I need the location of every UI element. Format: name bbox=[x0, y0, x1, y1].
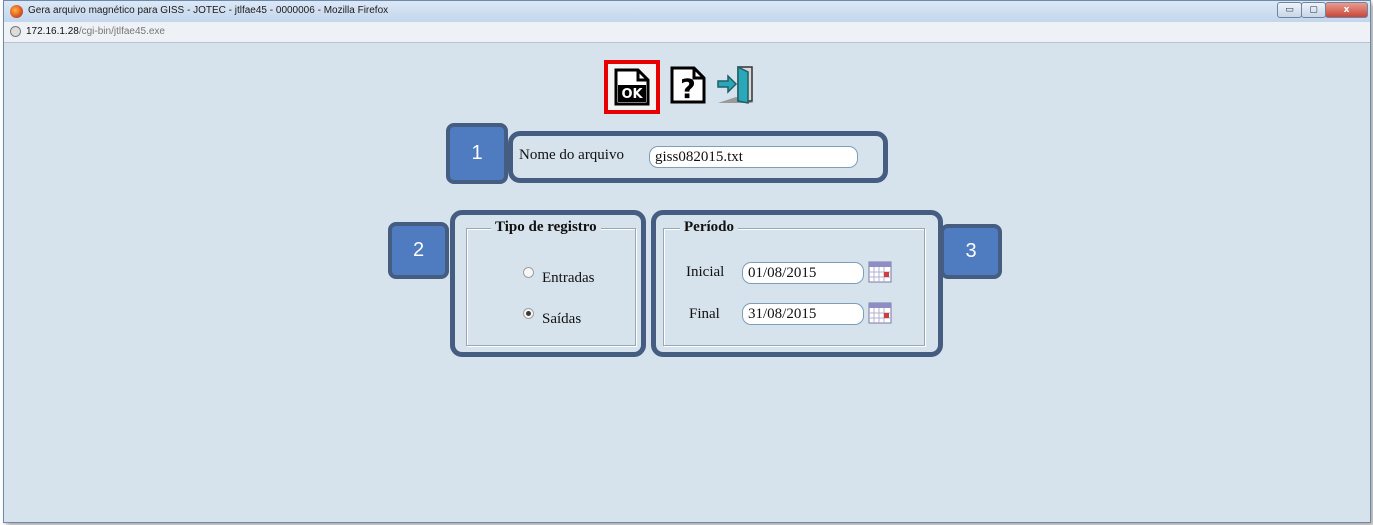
exit-door-icon bbox=[717, 65, 754, 104]
window-controls: ▭ ▢ x bbox=[1277, 2, 1368, 18]
inicial-label: Inicial bbox=[686, 264, 725, 280]
radio-entradas[interactable] bbox=[523, 267, 534, 278]
filename-label: Nome do arquivo bbox=[519, 147, 624, 163]
tipo-registro-legend: Tipo de registro bbox=[491, 219, 601, 236]
close-button[interactable]: x bbox=[1325, 2, 1368, 18]
title-bar: Gera arquivo magnético para GISS - JOTEC… bbox=[4, 1, 1370, 23]
final-label: Final bbox=[689, 306, 720, 322]
exit-button[interactable] bbox=[712, 60, 760, 110]
globe-icon bbox=[10, 26, 21, 37]
svg-text:OK: OK bbox=[621, 87, 643, 102]
firefox-icon bbox=[10, 5, 23, 18]
ok-button[interactable]: OK bbox=[604, 60, 660, 114]
maximize-button[interactable]: ▢ bbox=[1301, 2, 1326, 18]
help-button[interactable]: ? bbox=[664, 60, 712, 110]
calendar-icon[interactable] bbox=[868, 302, 892, 324]
window-title: Gera arquivo magnético para GISS - JOTEC… bbox=[28, 5, 389, 16]
minimize-button[interactable]: ▭ bbox=[1277, 2, 1302, 18]
callout-number-1: 1 bbox=[446, 123, 508, 184]
url-text[interactable]: 172.16.1.28/cgi-bin/jtlfae45.exe bbox=[26, 26, 165, 37]
periodo-group: Período bbox=[663, 219, 925, 346]
filename-input[interactable]: giss082015.txt bbox=[649, 146, 858, 168]
periodo-legend: Período bbox=[680, 219, 738, 236]
address-bar[interactable]: 172.16.1.28/cgi-bin/jtlfae45.exe bbox=[4, 22, 1370, 43]
entradas-label: Entradas bbox=[542, 270, 595, 286]
ok-document-icon: OK bbox=[614, 68, 650, 106]
saidas-label: Saídas bbox=[542, 311, 582, 327]
calendar-icon[interactable] bbox=[868, 261, 892, 283]
url-path: /cgi-bin/jtlfae45.exe bbox=[78, 26, 165, 37]
final-date-input[interactable]: 31/08/2015 bbox=[742, 303, 864, 325]
svg-text:?: ? bbox=[680, 74, 696, 105]
radio-saidas[interactable] bbox=[523, 308, 534, 319]
tipo-registro-group: Tipo de registro bbox=[466, 219, 636, 346]
callout-number-2: 2 bbox=[388, 222, 449, 279]
url-host: 172.16.1.28 bbox=[26, 26, 79, 37]
callout-number-3: 3 bbox=[940, 224, 1002, 279]
help-icon: ? bbox=[670, 66, 706, 105]
inicial-date-input[interactable]: 01/08/2015 bbox=[742, 262, 864, 284]
browser-window: Gera arquivo magnético para GISS - JOTEC… bbox=[3, 0, 1371, 523]
